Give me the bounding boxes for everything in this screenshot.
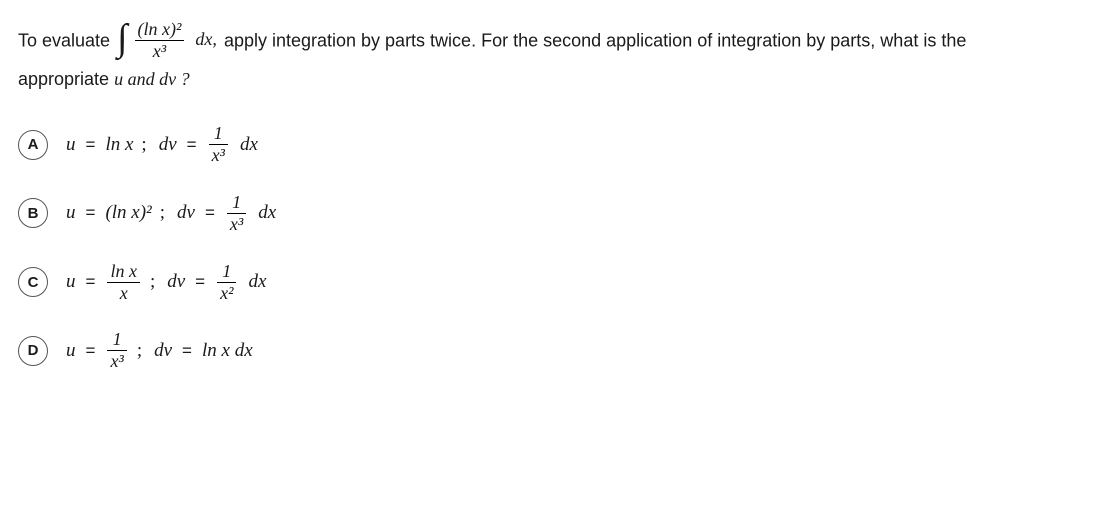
opt-c-dv-num: 1: [217, 262, 236, 283]
option-d[interactable]: D u = 1 x³ ; dv = ln x dx: [18, 330, 1089, 371]
equals-icon: =: [86, 341, 96, 361]
integral-numerator: (ln x)²: [135, 20, 185, 41]
opt-a-frac: 1 x³: [209, 124, 228, 165]
option-a[interactable]: A u = ln x ; dv = 1 x³ dx: [18, 124, 1089, 165]
equals-icon: =: [86, 135, 96, 155]
question-text-2: apply integration by parts twice. For th…: [224, 30, 966, 50]
opt-b-frac-den: x³: [227, 214, 246, 234]
option-letter-d: D: [18, 336, 48, 366]
opt-b-dx: dx: [258, 202, 276, 224]
question-text-udv: u and dv ?: [114, 69, 190, 89]
opt-c-u-num: ln x: [107, 262, 140, 283]
integral-sign-icon: ∫: [117, 19, 127, 57]
opt-c-dv-frac: 1 x²: [217, 262, 236, 303]
opt-d-u-frac: 1 x³: [107, 330, 126, 371]
question-text-1: To evaluate: [18, 30, 110, 50]
opt-c-u: u: [66, 271, 76, 293]
option-b-body: u = (ln x)² ; dv = 1 x³ dx: [66, 193, 276, 234]
opt-a-dx: dx: [240, 134, 258, 156]
option-a-body: u = ln x ; dv = 1 x³ dx: [66, 124, 258, 165]
option-d-body: u = 1 x³ ; dv = ln x dx: [66, 330, 253, 371]
opt-c-dx: dx: [248, 271, 266, 293]
opt-b-frac-num: 1: [227, 193, 246, 214]
equals-icon: =: [195, 272, 205, 292]
opt-d-dv-val: ln x dx: [202, 340, 253, 362]
opt-a-u-val: ln x: [105, 134, 133, 156]
integral-fraction: (ln x)² x³: [135, 20, 185, 61]
equals-icon: =: [187, 135, 197, 155]
equals-icon: =: [86, 272, 96, 292]
semicolon-icon: ;: [137, 340, 142, 362]
option-c-body: u = ln x x ; dv = 1 x² dx: [66, 262, 266, 303]
option-c[interactable]: C u = ln x x ; dv = 1 x² dx: [18, 262, 1089, 303]
integral-expression: ∫ (ln x)² x³ dx,: [117, 20, 217, 61]
opt-d-u-num: 1: [107, 330, 126, 351]
question-text-3: appropriate: [18, 69, 109, 89]
opt-b-frac: 1 x³: [227, 193, 246, 234]
question-stem: To evaluate ∫ (ln x)² x³ dx, apply integ…: [18, 20, 1089, 96]
semicolon-icon: ;: [160, 202, 165, 224]
opt-a-u: u: [66, 134, 76, 156]
opt-c-u-den: x: [107, 283, 140, 303]
opt-a-frac-den: x³: [209, 145, 228, 165]
option-letter-a: A: [18, 130, 48, 160]
opt-b-u-val: (ln x)²: [105, 202, 151, 224]
options-list: A u = ln x ; dv = 1 x³ dx B u = (ln x)²: [18, 124, 1089, 371]
opt-c-u-frac: ln x x: [107, 262, 140, 303]
integral-dx: dx,: [195, 29, 217, 49]
opt-d-u: u: [66, 340, 76, 362]
opt-a-frac-num: 1: [209, 124, 228, 145]
opt-c-dv: dv: [167, 271, 185, 293]
opt-d-u-den: x³: [107, 351, 126, 371]
opt-d-dv: dv: [154, 340, 172, 362]
semicolon-icon: ;: [141, 134, 146, 156]
equals-icon: =: [205, 203, 215, 223]
option-letter-c: C: [18, 267, 48, 297]
option-letter-b: B: [18, 198, 48, 228]
opt-c-dv-den: x²: [217, 283, 236, 303]
option-b[interactable]: B u = (ln x)² ; dv = 1 x³ dx: [18, 193, 1089, 234]
opt-b-u: u: [66, 202, 76, 224]
integral-denominator: x³: [135, 41, 185, 61]
equals-icon: =: [182, 341, 192, 361]
semicolon-icon: ;: [150, 271, 155, 293]
equals-icon: =: [86, 203, 96, 223]
opt-a-dv: dv: [159, 134, 177, 156]
opt-b-dv: dv: [177, 202, 195, 224]
